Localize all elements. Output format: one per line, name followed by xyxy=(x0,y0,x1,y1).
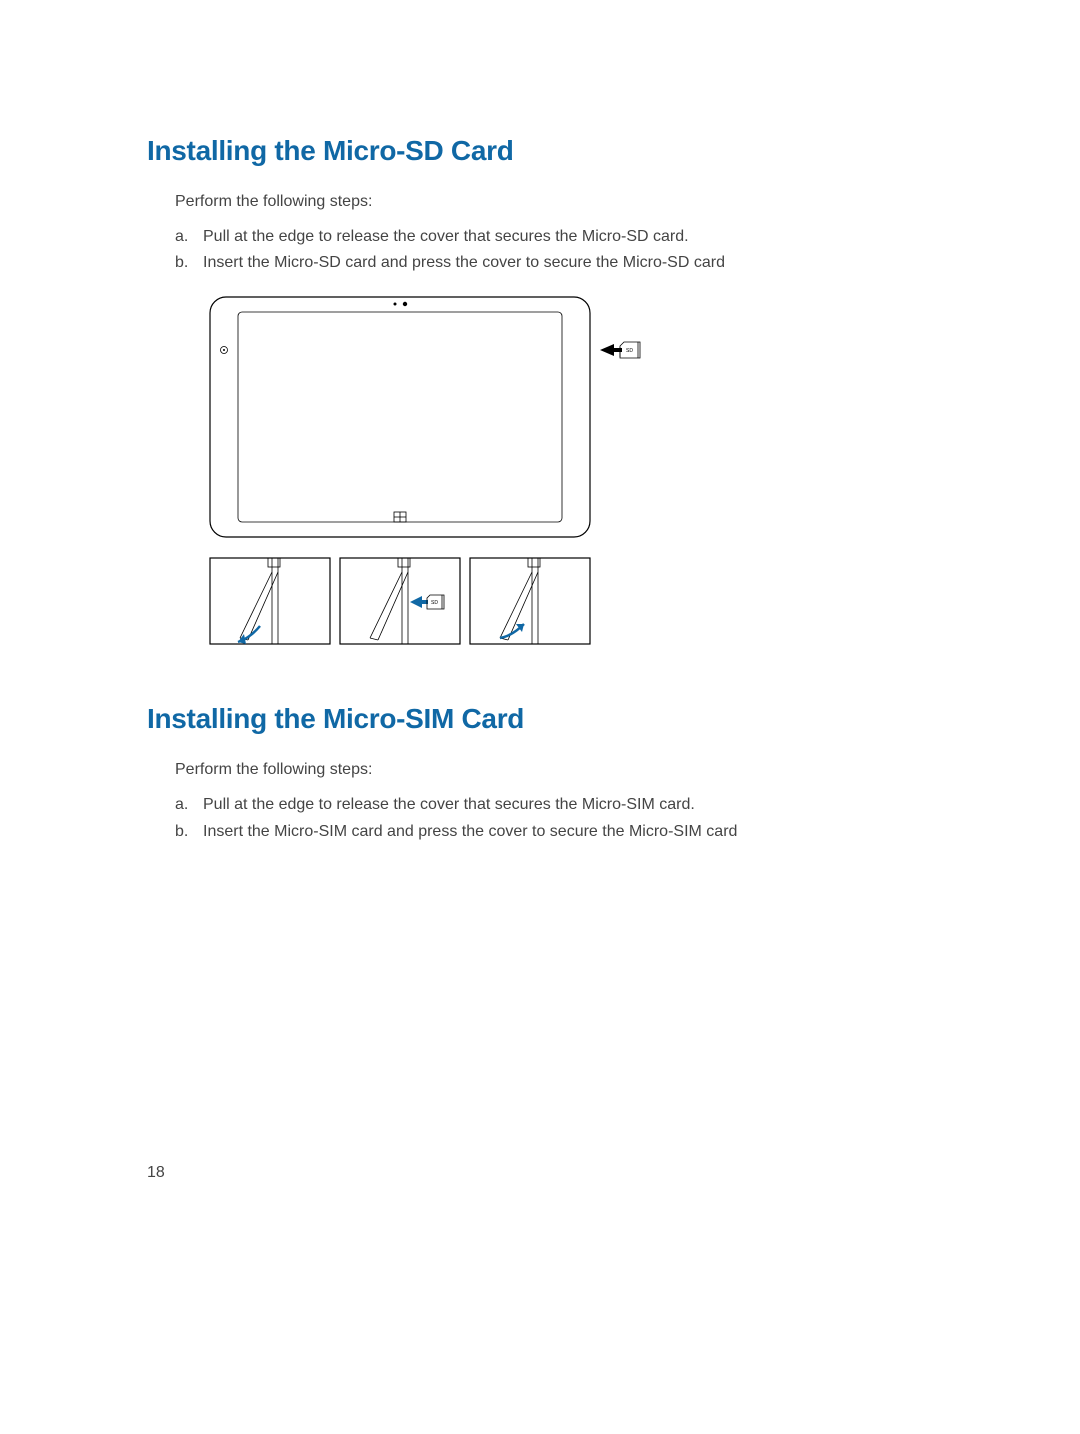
intro-text-sim: Perform the following steps: xyxy=(175,761,947,779)
list-marker: b. xyxy=(175,820,188,843)
page-number: 18 xyxy=(147,1164,165,1182)
list-item: a. Pull at the edge to release the cover… xyxy=(175,225,947,248)
arrow-left-icon xyxy=(600,344,622,356)
intro-text-sd: Perform the following steps: xyxy=(175,193,947,211)
list-text: Insert the Micro-SIM card and press the … xyxy=(203,823,737,840)
sd-card-icon: SD xyxy=(620,342,640,358)
list-text: Insert the Micro-SD card and press the c… xyxy=(203,254,725,271)
sd-card-icon: SD xyxy=(427,595,444,609)
steps-list-sim: a. Pull at the edge to release the cover… xyxy=(175,793,947,842)
installation-diagram: SD xyxy=(205,292,947,657)
list-text: Pull at the edge to release the cover th… xyxy=(203,228,689,245)
sd-label: SD xyxy=(626,348,633,354)
list-marker: b. xyxy=(175,251,188,274)
list-item: b. Insert the Micro-SD card and press th… xyxy=(175,251,947,274)
section-heading-sd: Installing the Micro-SD Card xyxy=(147,135,947,167)
section-heading-sim: Installing the Micro-SIM Card xyxy=(147,703,947,735)
list-marker: a. xyxy=(175,225,188,248)
list-item: a. Pull at the edge to release the cover… xyxy=(175,793,947,816)
list-text: Pull at the edge to release the cover th… xyxy=(203,796,695,813)
arrow-left-icon xyxy=(410,596,428,608)
list-marker: a. xyxy=(175,793,188,816)
steps-list-sd: a. Pull at the edge to release the cover… xyxy=(175,225,947,274)
svg-text:SD: SD xyxy=(431,600,438,606)
list-item: b. Insert the Micro-SIM card and press t… xyxy=(175,820,947,843)
